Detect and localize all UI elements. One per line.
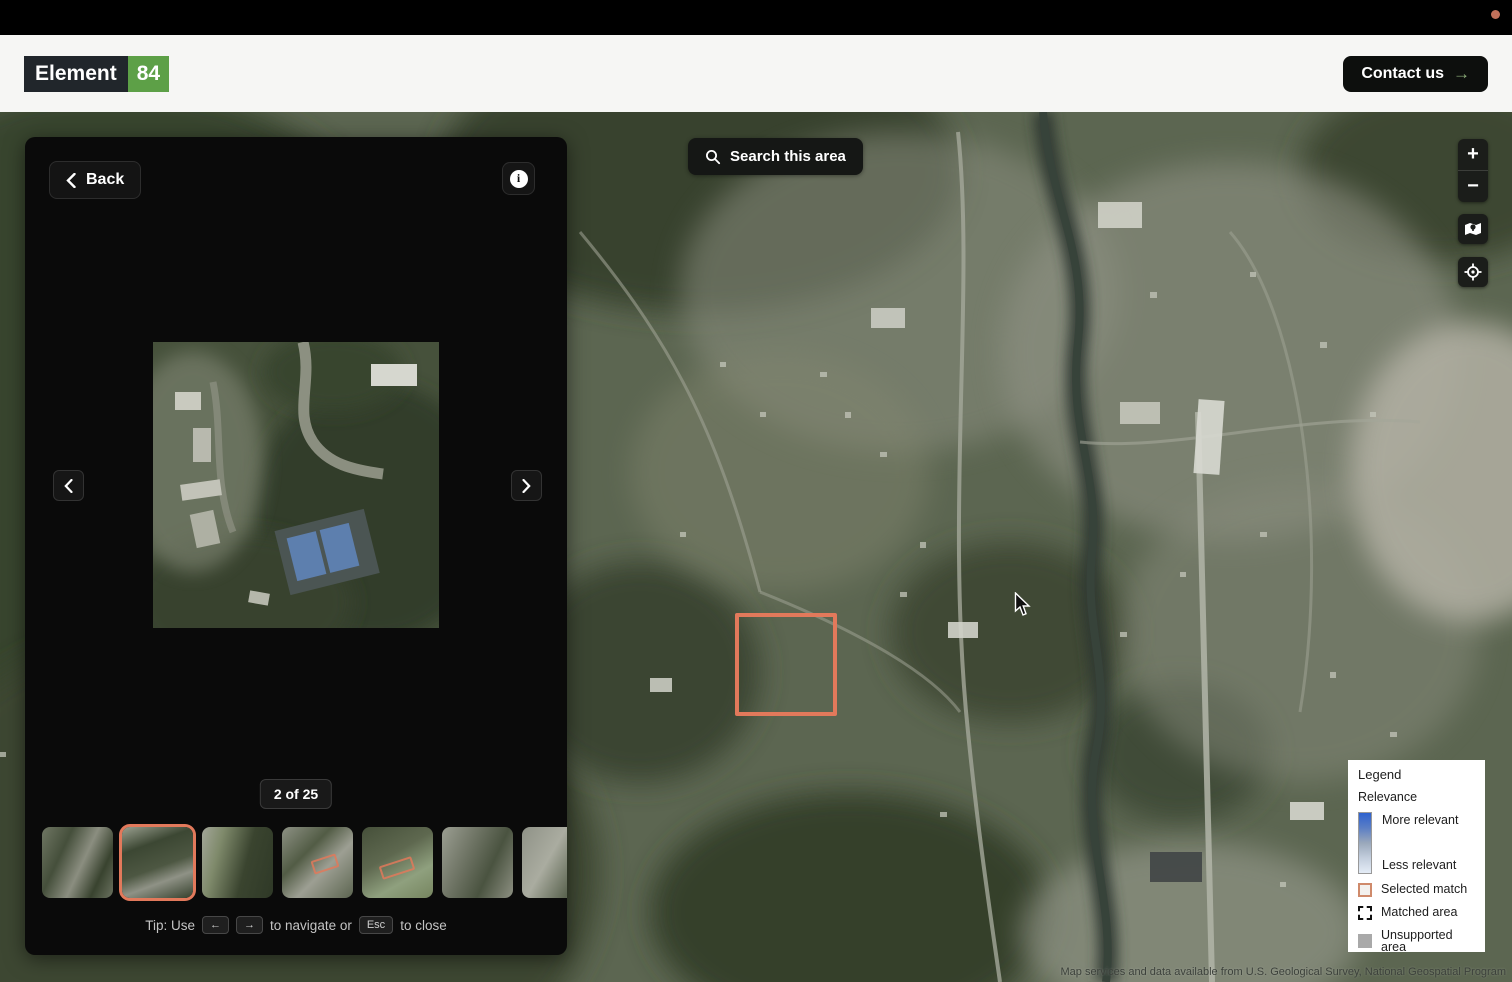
tip-suffix: to close (400, 918, 447, 933)
contact-us-label: Contact us (1361, 65, 1444, 83)
search-icon (705, 149, 721, 165)
image-counter-badge: 2 of 25 (260, 779, 332, 809)
relevance-mark (379, 856, 416, 880)
tip-middle: to navigate or (270, 918, 352, 933)
chevron-left-icon (64, 479, 73, 493)
selected-match-label: Selected match (1381, 883, 1467, 896)
image-viewer-panel: Back i (25, 137, 567, 955)
thumbnail-3[interactable] (202, 827, 273, 898)
selected-match-rectangle[interactable] (735, 613, 837, 716)
search-this-area-button[interactable]: Search this area (688, 138, 863, 175)
minus-icon: − (1467, 175, 1479, 197)
info-icon: i (510, 170, 528, 188)
thumbnail-2-selected[interactable] (122, 827, 193, 898)
unsupported-area-label: Unsupported area (1381, 929, 1475, 954)
chevron-right-icon (522, 479, 531, 493)
tip-prefix: Tip: Use (145, 918, 195, 933)
chevron-left-icon (66, 173, 76, 188)
basemap-layers-button[interactable] (1458, 214, 1488, 244)
logo-wordmark: Element (24, 56, 128, 92)
keyboard-tip: Tip: Use ← → to navigate or Esc to close (25, 916, 567, 934)
preview-imagery (153, 342, 439, 628)
recording-indicator-dot (1491, 10, 1500, 19)
contact-us-button[interactable]: Contact us → (1343, 56, 1488, 92)
map-layers-icon (1464, 221, 1482, 237)
next-image-button[interactable] (511, 470, 542, 501)
arrow-left-key: ← (202, 916, 229, 934)
back-button[interactable]: Back (49, 161, 141, 199)
zoom-control-group: + − (1458, 139, 1488, 202)
element84-logo[interactable]: Element 84 (24, 56, 169, 92)
search-this-area-label: Search this area (730, 148, 846, 165)
less-relevant-label: Less relevant (1382, 859, 1458, 872)
esc-key: Esc (359, 916, 393, 934)
mouse-cursor (1014, 592, 1032, 618)
thumbnail-strip (42, 827, 567, 898)
zoom-in-button[interactable]: + (1458, 139, 1488, 170)
arrow-right-icon: → (1453, 64, 1470, 84)
matched-area-label: Matched area (1381, 906, 1457, 919)
thumbnail-1[interactable] (42, 827, 113, 898)
preview-image (153, 342, 439, 628)
more-relevant-label: More relevant (1382, 814, 1458, 827)
relevance-gradient-bar (1358, 812, 1372, 874)
map-attribution: Map services and data available from U.S… (1060, 966, 1506, 978)
legend-relevance-label: Relevance (1358, 791, 1475, 804)
locate-me-button[interactable] (1458, 257, 1488, 287)
zoom-out-button[interactable]: − (1458, 171, 1488, 202)
matched-area-swatch (1358, 906, 1372, 920)
legend-title: Legend (1358, 768, 1475, 781)
back-label: Back (86, 171, 124, 189)
thumbnail-6[interactable] (442, 827, 513, 898)
plus-icon: + (1467, 143, 1479, 165)
thumbnail-4[interactable] (282, 827, 353, 898)
logo-badge-84: 84 (128, 56, 169, 92)
relevance-mark (310, 853, 339, 874)
top-black-bar (0, 0, 1512, 35)
thumbnail-5[interactable] (362, 827, 433, 898)
thumbnail-7[interactable] (522, 827, 567, 898)
site-header: Element 84 Contact us → (0, 35, 1512, 112)
unsupported-area-swatch (1358, 934, 1372, 948)
selected-match-swatch (1358, 883, 1372, 897)
crosshair-locate-icon (1464, 263, 1482, 281)
info-button[interactable]: i (502, 162, 535, 195)
map-legend: Legend Relevance More relevant Less rele… (1348, 760, 1485, 952)
arrow-right-key: → (236, 916, 263, 934)
previous-image-button[interactable] (53, 470, 84, 501)
